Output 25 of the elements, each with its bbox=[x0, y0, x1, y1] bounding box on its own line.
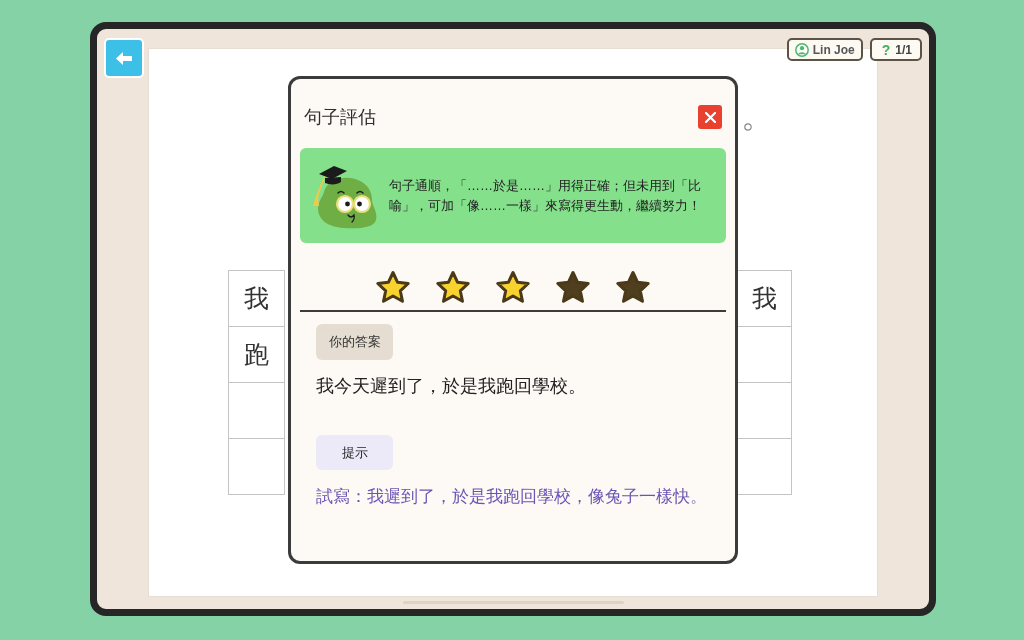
close-button[interactable] bbox=[698, 105, 722, 129]
writing-cell: 我 bbox=[228, 270, 285, 327]
progress-count: 1/1 bbox=[895, 41, 912, 59]
dialog-title: 句子評估 bbox=[304, 108, 376, 126]
user-name: Lin Joe bbox=[812, 41, 855, 59]
user-badge[interactable]: Lin Joe bbox=[786, 38, 863, 61]
writing-cell: 跑 bbox=[228, 326, 285, 383]
arrow-left-icon bbox=[116, 51, 132, 65]
hint-button[interactable]: 提示 bbox=[316, 435, 393, 470]
star-icon bbox=[435, 270, 471, 305]
hint-text: 試寫：我遲到了，於是我跑回學校，像兔子一樣快。 bbox=[316, 486, 708, 507]
writing-cell bbox=[228, 382, 285, 439]
question-icon: ? bbox=[881, 42, 891, 57]
empty-star-icon bbox=[555, 270, 591, 305]
back-button[interactable] bbox=[104, 38, 144, 78]
empty-star-icon bbox=[615, 270, 651, 305]
answer-label: 你的答案 bbox=[316, 324, 393, 360]
star-icon bbox=[495, 270, 531, 305]
feedback-text: 句子通順，「……於是……」用得正確；但未用到「比喻」，可加「像……一樣」來寫得更生動，繼續努力！ bbox=[389, 176, 702, 215]
star-icon bbox=[375, 270, 411, 305]
close-icon bbox=[704, 111, 716, 123]
writing-cell bbox=[228, 438, 285, 495]
answer-text: 我今天遲到了，於是我跑回學校。 bbox=[316, 375, 587, 398]
user-icon bbox=[794, 42, 809, 57]
circle-icon bbox=[744, 123, 752, 131]
